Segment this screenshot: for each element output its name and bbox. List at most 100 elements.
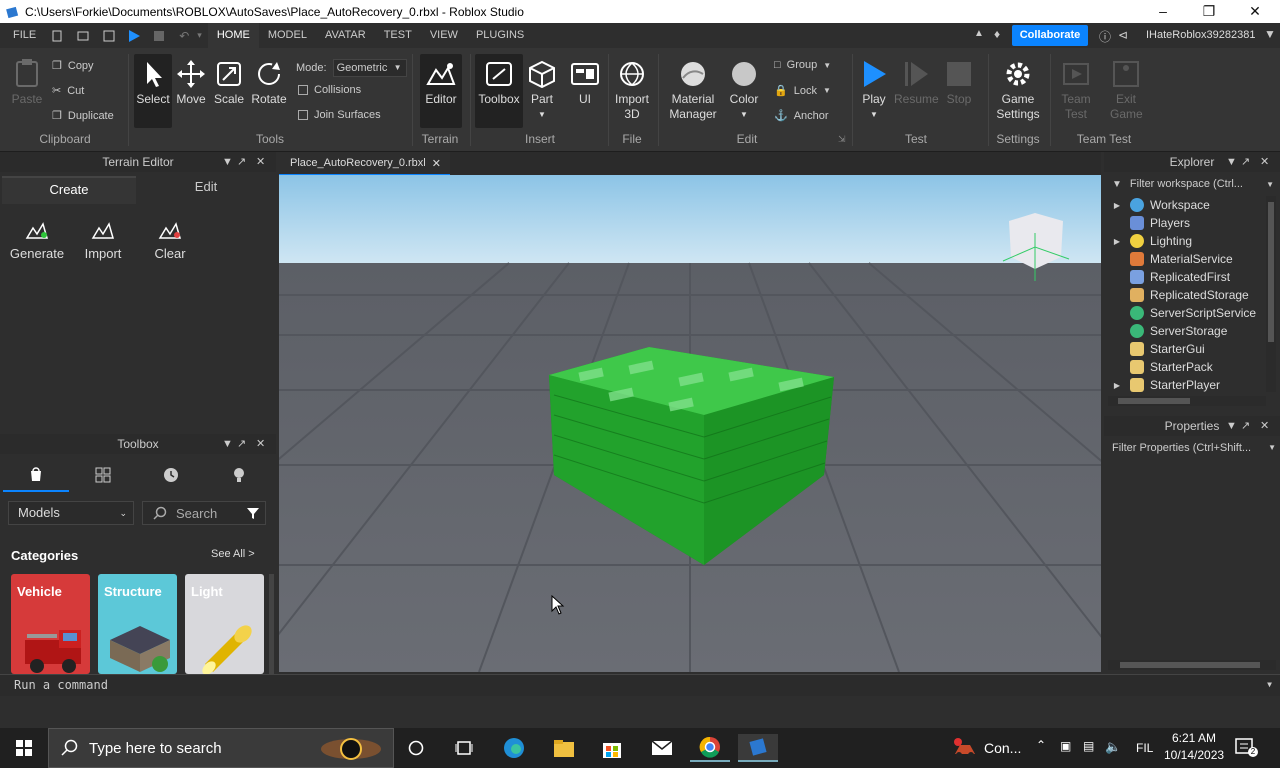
close-icon[interactable]: ✕ (432, 157, 441, 170)
expand-arrow-icon[interactable]: ▶ (1110, 237, 1124, 246)
chrome-icon[interactable] (690, 734, 730, 762)
toolbox-button[interactable]: Toolbox (475, 60, 523, 107)
collisions-toggle[interactable]: Collisions (298, 84, 361, 96)
category-card-light[interactable]: Light (185, 574, 264, 674)
input-language[interactable]: FIL (1136, 741, 1153, 755)
group-button[interactable]: □ Group ▼ (774, 59, 831, 71)
duplicate-button[interactable]: ❐ Duplicate (52, 109, 114, 123)
material-manager-button[interactable]: Material Manager (664, 60, 722, 122)
user-menu-icon[interactable]: ▼ (1264, 27, 1276, 41)
toolbox-tab-inventory[interactable] (70, 458, 136, 492)
explorer-item-serverscriptservice[interactable]: ServerScriptService (1110, 304, 1256, 322)
explorer-item-materialservice[interactable]: MaterialService (1110, 250, 1233, 268)
close-icon[interactable]: ✕ (256, 434, 265, 454)
select-button[interactable]: Select (134, 60, 172, 107)
tab-model[interactable]: MODEL (259, 23, 316, 48)
play-quick-icon[interactable] (127, 29, 141, 43)
toolbox-tab-creations[interactable] (206, 458, 272, 492)
part-button[interactable]: Part ▼ (524, 60, 560, 122)
network-icon[interactable]: ▤ (1083, 739, 1094, 753)
exit-game-button[interactable]: Exit Game (1104, 60, 1148, 122)
tab-home[interactable]: HOME (207, 23, 259, 48)
ui-button[interactable]: UI (566, 60, 604, 107)
file-menu[interactable]: FILE (4, 23, 45, 48)
tab-create[interactable]: Create (2, 176, 136, 204)
meet-now-icon[interactable]: ▣ (1060, 739, 1071, 753)
help-icon[interactable]: ⓘ (1099, 28, 1111, 45)
notification-icon[interactable]: ♦ (994, 27, 1000, 41)
explorer-item-workspace[interactable]: ▶ Workspace (1110, 196, 1210, 214)
import-button[interactable]: Import (74, 220, 132, 262)
join-surfaces-toggle[interactable]: Join Surfaces (298, 109, 381, 121)
properties-hscrollbar[interactable] (1108, 660, 1276, 670)
clock[interactable]: 6:21 AM 10/14/2023 (1164, 730, 1224, 764)
minimize-button[interactable]: – (1140, 0, 1186, 23)
explorer-item-serverstorage[interactable]: ServerStorage (1110, 322, 1227, 340)
store-icon[interactable] (592, 734, 632, 762)
share-icon[interactable]: ⊲ (1118, 28, 1128, 42)
properties-filter-input[interactable]: Filter Properties (Ctrl+Shift... ▼ (1112, 438, 1276, 458)
expand-arrow-icon[interactable]: ▶ (1110, 201, 1124, 210)
toolbox-tab-marketplace[interactable] (3, 458, 69, 492)
cut-button[interactable]: ✂ Cut (52, 84, 84, 98)
play-button[interactable]: Play ▼ (856, 60, 892, 122)
roblox-studio-taskbar-icon[interactable] (738, 734, 778, 762)
resume-button[interactable]: Resume (894, 60, 939, 107)
close-icon[interactable]: ✕ (1260, 152, 1269, 172)
undock-icon[interactable]: ↗ (1241, 152, 1250, 172)
scale-button[interactable]: Scale (210, 60, 248, 107)
lock-button[interactable]: 🔒 Lock ▼ (774, 84, 831, 98)
stop-quick-icon[interactable] (153, 30, 165, 42)
document-tab[interactable]: Place_AutoRecovery_0.rbxl ✕ (279, 152, 450, 175)
close-icon[interactable]: ✕ (256, 152, 265, 172)
open-file-icon[interactable] (77, 30, 89, 42)
close-button[interactable]: ✕ (1232, 0, 1278, 23)
toolbox-scrollbar[interactable] (269, 574, 274, 674)
news-widget-label[interactable]: Con... (984, 740, 1021, 756)
filter-icon[interactable] (247, 507, 259, 519)
import-3d-button[interactable]: Import 3D (612, 60, 652, 122)
clear-button[interactable]: Clear (142, 220, 198, 262)
chevron-down-icon[interactable]: ▼ (1226, 416, 1237, 436)
new-file-icon[interactable] (51, 30, 63, 42)
properties-hscroll-thumb[interactable] (1120, 662, 1260, 668)
team-test-button[interactable]: Team Test (1056, 60, 1096, 122)
explorer-scroll-thumb[interactable] (1268, 202, 1274, 342)
chevron-down-icon[interactable]: ▼ (1267, 675, 1272, 695)
restore-button[interactable]: ❐ (1186, 0, 1232, 23)
terrain-editor-button[interactable]: Editor (420, 60, 462, 107)
tab-test[interactable]: TEST (375, 23, 421, 48)
mode-dropdown[interactable]: Geometric ▼ (332, 59, 407, 77)
show-hidden-icons[interactable]: ⌃ (1036, 738, 1046, 752)
explorer-filter-input[interactable]: ▼ Filter workspace (Ctrl... ▼ (1108, 174, 1278, 194)
undo-dropdown-icon[interactable]: ▾ (197, 30, 202, 41)
toolbox-search-input[interactable]: Search (142, 501, 266, 525)
explorer-item-lighting[interactable]: ▶ Lighting (1110, 232, 1192, 250)
chevron-down-icon[interactable]: ▼ (222, 152, 233, 172)
move-button[interactable]: Move (172, 60, 210, 107)
game-settings-button[interactable]: Game Settings (992, 60, 1044, 122)
chevron-down-icon[interactable]: ▼ (222, 434, 233, 454)
color-button[interactable]: Color ▼ (726, 60, 762, 122)
tab-edit[interactable]: Edit (138, 176, 274, 202)
category-card-vehicle[interactable]: Vehicle (11, 574, 90, 674)
anchor-button[interactable]: ⚓ Anchor (774, 109, 829, 123)
file-explorer-icon[interactable] (544, 734, 584, 762)
mail-icon[interactable] (642, 734, 682, 762)
close-icon[interactable]: ✕ (1260, 416, 1269, 436)
toolbox-tab-recent[interactable] (138, 458, 204, 492)
collapse-ribbon-icon[interactable]: ▲ (974, 28, 984, 39)
start-button[interactable] (4, 734, 44, 762)
paste-button[interactable]: Paste (8, 58, 46, 107)
undock-icon[interactable]: ↗ (1241, 416, 1250, 436)
collisions-checkbox[interactable] (298, 85, 308, 95)
explorer-item-players[interactable]: Players (1110, 214, 1190, 232)
chevron-down-icon[interactable]: ▼ (1226, 152, 1237, 172)
explorer-item-starterpack[interactable]: StarterPack (1110, 358, 1213, 376)
command-bar-input[interactable]: Run a command ▼ (0, 674, 1280, 696)
collaborate-button[interactable]: Collaborate (1012, 25, 1088, 46)
generate-button[interactable]: Generate (6, 220, 68, 262)
weather-icon[interactable] (952, 736, 978, 760)
explorer-item-starterplayer[interactable]: ▶ StarterPlayer (1110, 376, 1220, 394)
taskbar-search-box[interactable]: Type here to search (48, 728, 394, 768)
